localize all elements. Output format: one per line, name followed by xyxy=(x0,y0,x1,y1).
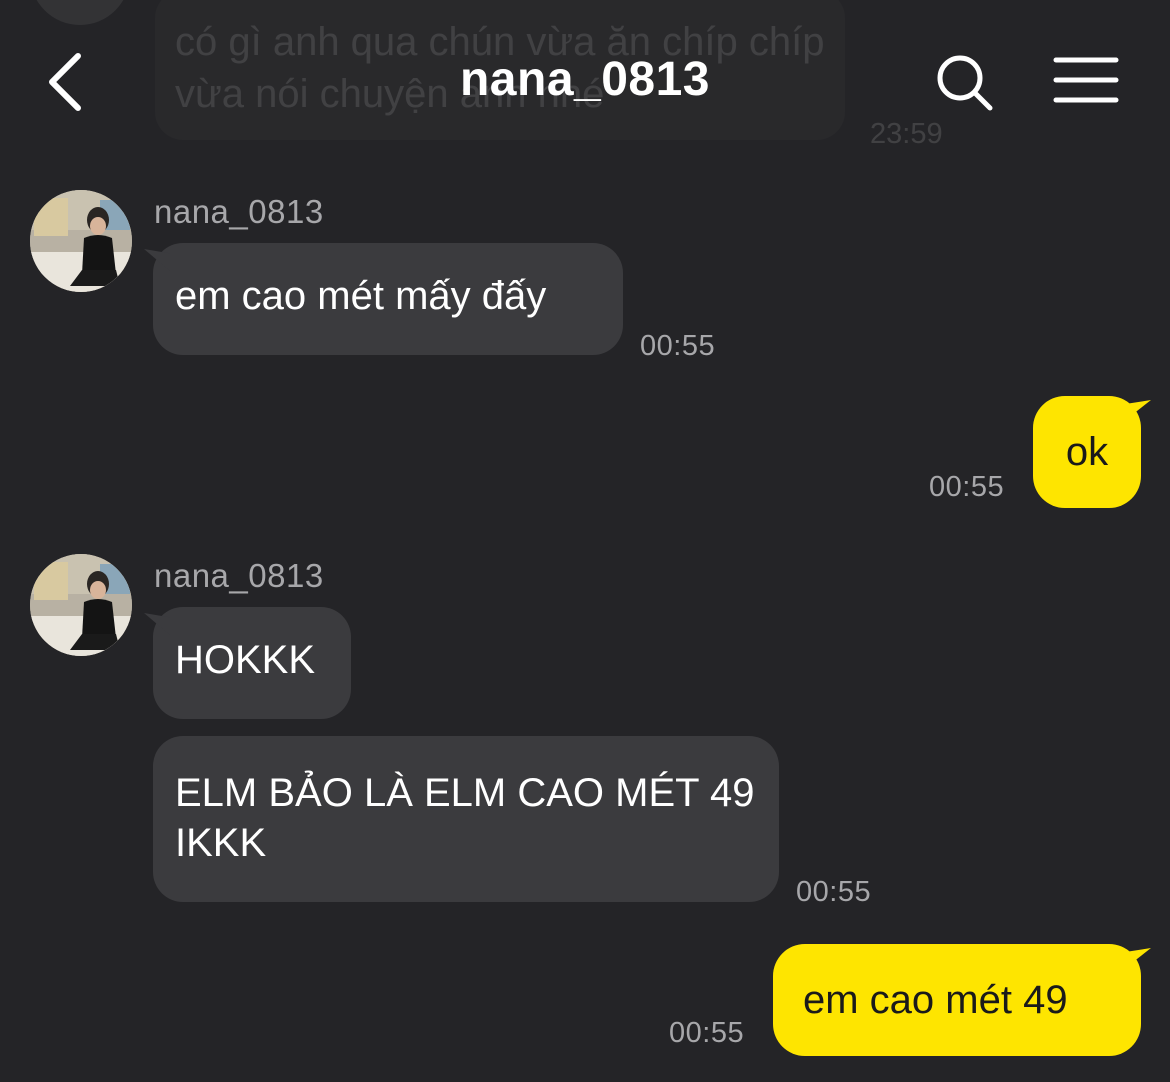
sender-name: nana_0813 xyxy=(154,557,324,594)
message-bubble-incoming[interactable]: ELM BẢO LÀ ELM CAO MÉT 49 IKKK xyxy=(153,736,779,902)
sender-name: nana_0813 xyxy=(154,193,324,230)
message-bubble-incoming[interactable]: em cao mét mấy đấy xyxy=(153,243,623,355)
message-time: 00:55 xyxy=(929,471,1005,503)
message-time: 00:55 xyxy=(796,876,872,908)
message-bubble-outgoing[interactable]: em cao mét 49 xyxy=(773,944,1141,1056)
avatar[interactable] xyxy=(30,554,132,656)
message-time: 00:55 xyxy=(640,330,716,362)
search-button[interactable] xyxy=(932,50,998,116)
message-bubble-outgoing[interactable]: ok xyxy=(1033,396,1141,508)
search-icon xyxy=(937,55,993,111)
hamburger-menu-icon xyxy=(1053,57,1119,103)
message-text: HOKKK xyxy=(175,638,316,682)
profile-photo-icon xyxy=(30,190,132,292)
message-bubble-incoming[interactable]: HOKKK xyxy=(153,607,351,719)
menu-button[interactable] xyxy=(1052,54,1120,110)
message-text: em cao mét 49 xyxy=(803,978,1068,1022)
message-text: em cao mét mấy đấy xyxy=(175,274,547,318)
profile-photo-icon xyxy=(30,554,132,656)
avatar[interactable] xyxy=(30,190,132,292)
message-text: ELM BẢO LÀ ELM CAO MÉT 49 IKKK xyxy=(175,771,755,865)
message-time: 00:55 xyxy=(669,1017,745,1049)
chat-header: nana_0813 xyxy=(0,0,1170,160)
message-text: ok xyxy=(1065,430,1109,474)
